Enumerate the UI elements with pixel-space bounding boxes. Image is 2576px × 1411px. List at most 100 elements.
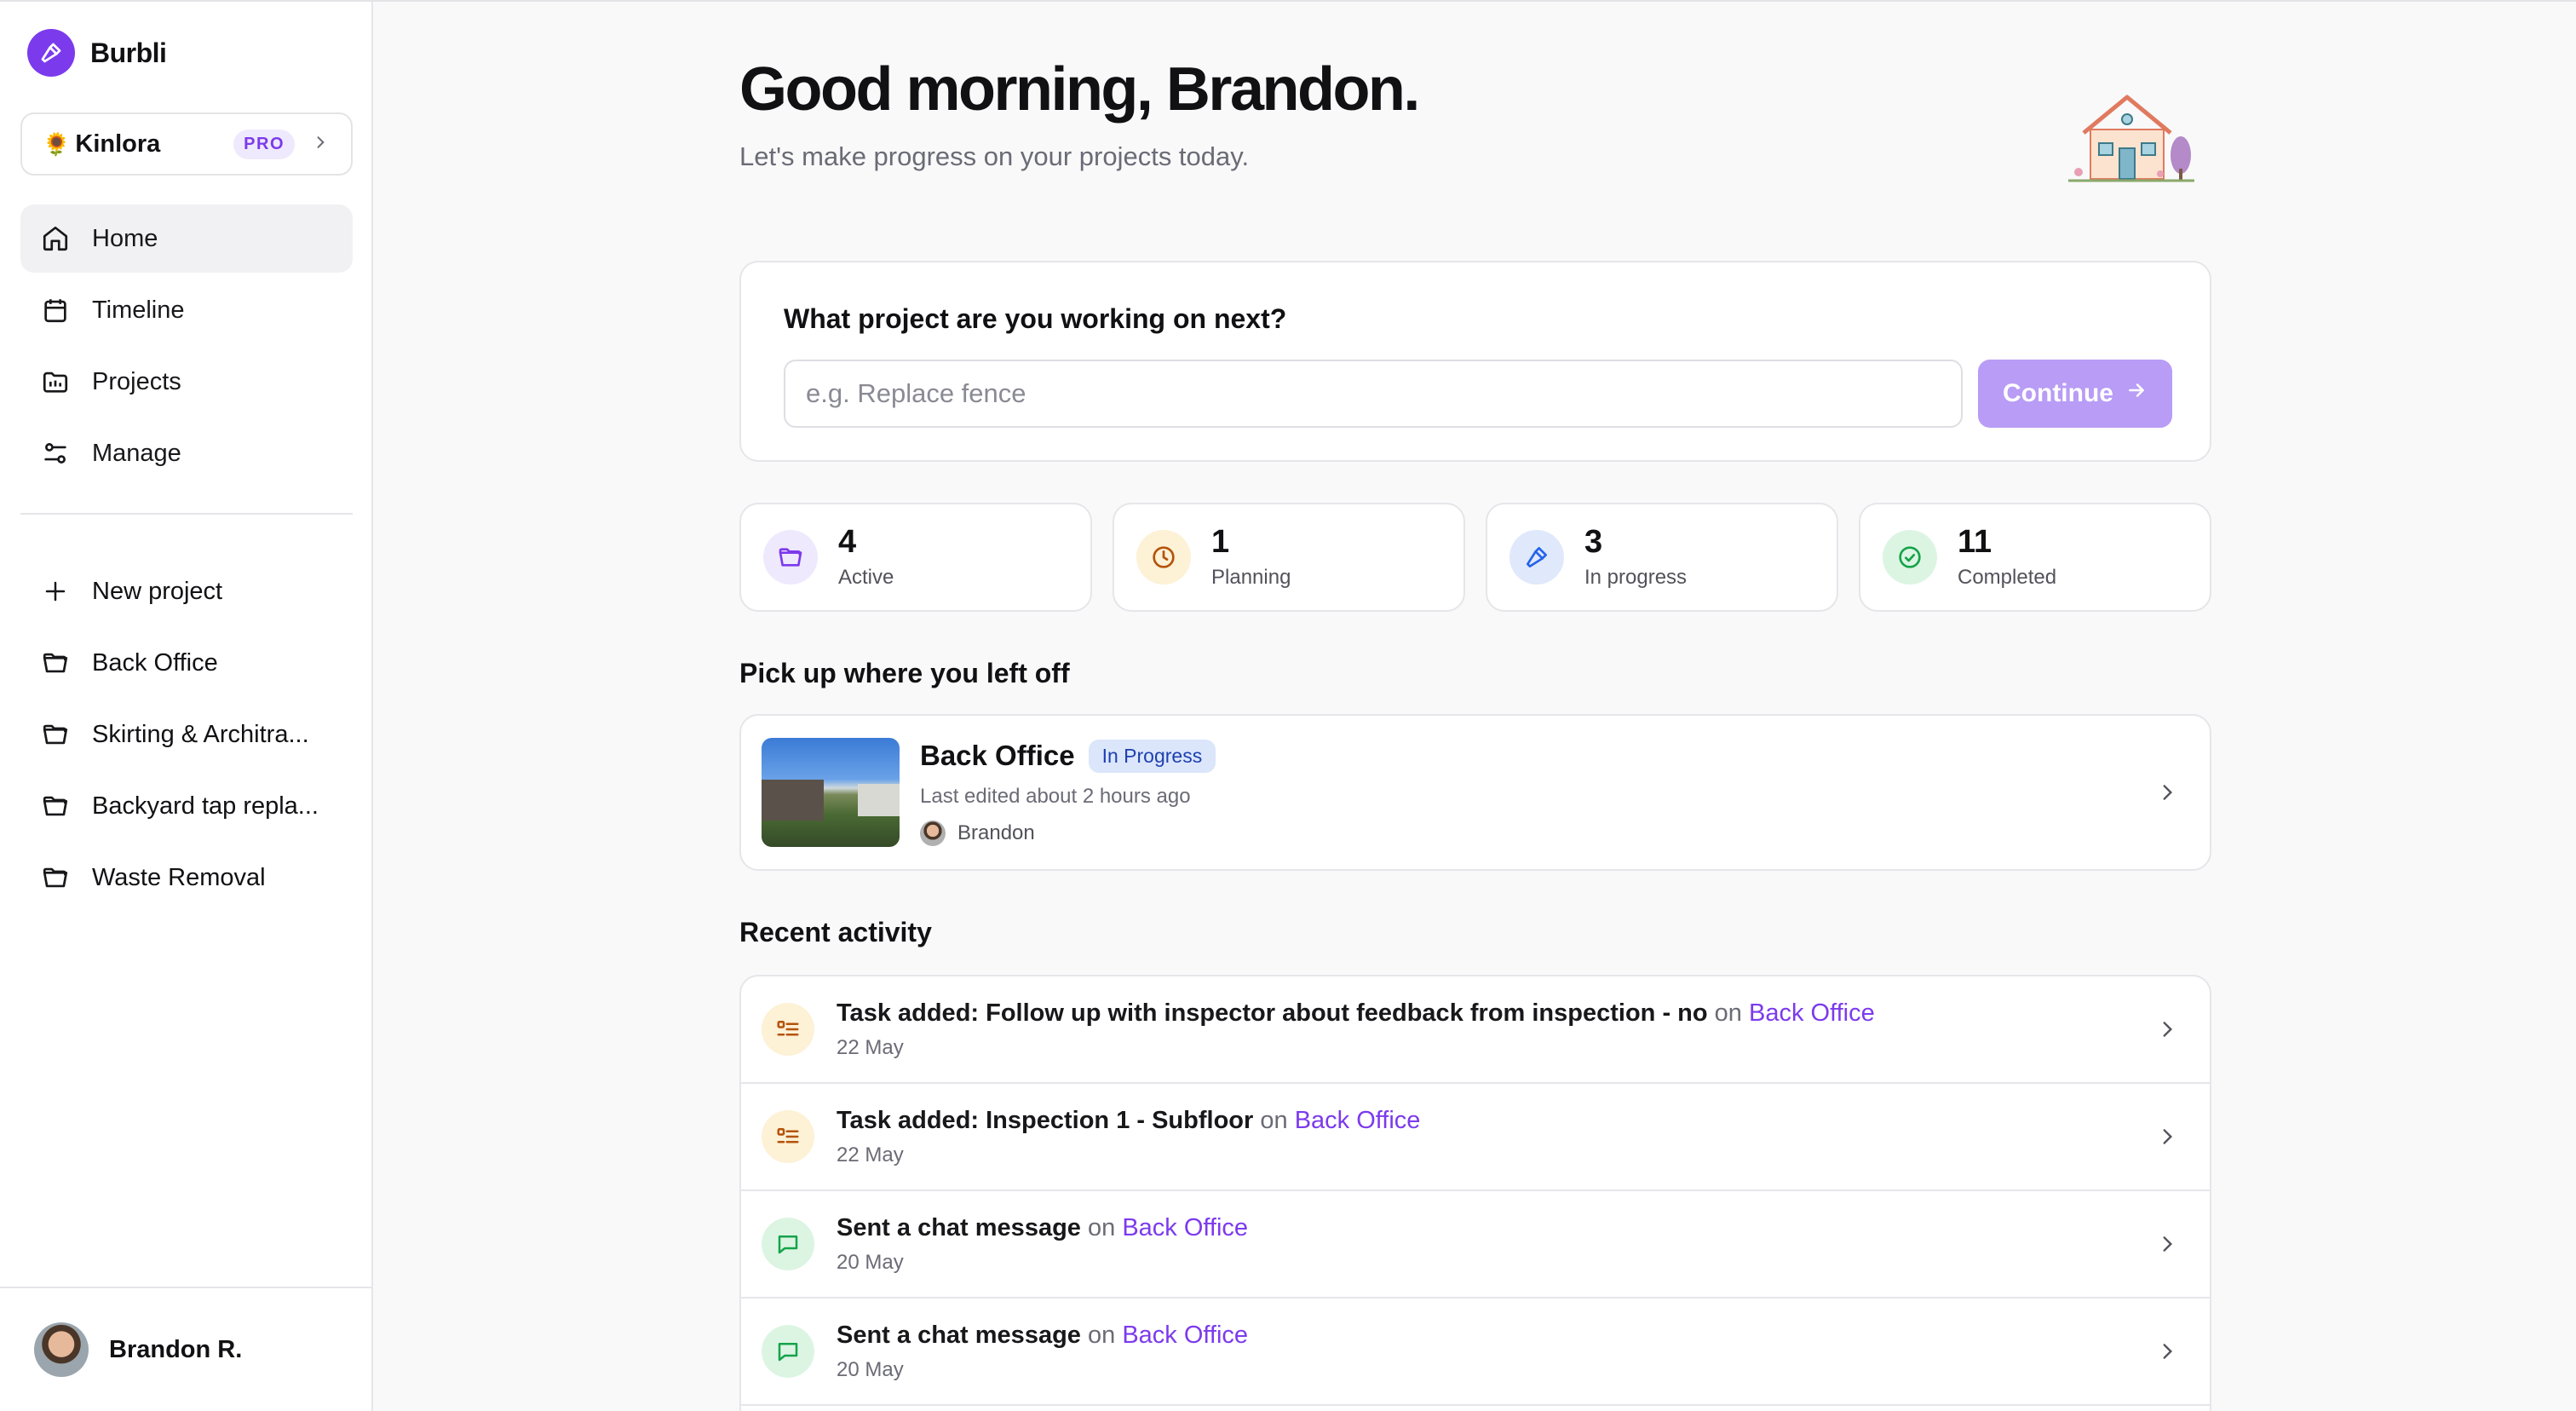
activity-list: Task added: Follow up with inspector abo… <box>739 975 2211 1411</box>
activity-on: on <box>1087 1213 1116 1241</box>
activity-item[interactable]: Task added: Follow up with inspector abo… <box>741 976 2210 1084</box>
stat-value: 1 <box>1211 524 1230 561</box>
stat-value: 11 <box>1958 524 1992 561</box>
sidebar: Burbli 🌻 Kinlora PRO Home Timeline Proje… <box>0 2 373 1411</box>
project-name-input[interactable] <box>784 360 1963 428</box>
workspace-name: Kinlora <box>75 130 161 158</box>
clock-icon <box>1136 530 1191 585</box>
new-project-card: What project are you working on next? Co… <box>739 261 2211 462</box>
stat-card-completed[interactable]: 11 Completed <box>1859 503 2211 612</box>
chat-icon <box>762 1325 814 1378</box>
stat-label: Planning <box>1211 565 1291 589</box>
project-thumbnail <box>762 738 900 847</box>
arrow-right-icon <box>2125 379 2148 408</box>
activity-section-title: Recent activity <box>739 917 932 947</box>
folder-open-icon <box>39 647 72 679</box>
activity-project-link[interactable]: Back Office <box>1122 1214 1248 1241</box>
brand-logo-icon <box>27 29 75 77</box>
sidebar-project-label: Waste Removal <box>92 863 266 891</box>
stat-label: Completed <box>1958 565 2057 589</box>
nav-label: Home <box>92 224 158 252</box>
activity-project-link[interactable]: Back Office <box>1295 1107 1421 1134</box>
nav-label: Timeline <box>92 296 185 324</box>
activity-project-link[interactable]: Back Office <box>1122 1322 1248 1349</box>
stat-card-in-progress[interactable]: 3 In progress <box>1486 503 1838 612</box>
task-list-icon <box>762 1110 814 1163</box>
chevron-right-icon <box>2150 775 2184 809</box>
workspace-switcher[interactable]: 🌻 Kinlora PRO <box>20 112 353 176</box>
chat-icon <box>762 1218 814 1270</box>
page-title: Good morning, Brandon. <box>739 55 1420 124</box>
resume-project-title: Back Office <box>920 740 1075 771</box>
avatar <box>34 1322 89 1377</box>
chevron-right-icon <box>2150 1120 2184 1154</box>
folder-icon <box>763 530 818 585</box>
activity-item[interactable]: Sent a chat message on Back Office 20 Ma… <box>741 1299 2210 1406</box>
brand[interactable]: Burbli <box>27 29 167 77</box>
chevron-right-icon <box>2150 1012 2184 1046</box>
nav-label: Projects <box>92 367 181 395</box>
sidebar-project-item[interactable]: Backyard tap repla... <box>20 772 353 840</box>
thumbnail-fence <box>762 779 824 821</box>
sidebar-project-item[interactable]: Back Office <box>20 629 353 697</box>
activity-item[interactable]: Task added: Inspection 1 - Subfloor on B… <box>741 1084 2210 1191</box>
sidebar-project-label: Backyard tap repla... <box>92 792 319 820</box>
sunflower-icon: 🌻 <box>43 131 71 157</box>
status-badge: In Progress <box>1088 739 1216 773</box>
resume-user-name: Brandon <box>957 821 1035 844</box>
sidebar-projects: New project Back Office Skirting & Archi… <box>20 557 353 915</box>
resume-project-card[interactable]: Back Office In Progress Last edited abou… <box>739 714 2211 871</box>
stat-label: Active <box>838 565 894 589</box>
continue-label: Continue <box>2003 379 2113 407</box>
user-name: Brandon R. <box>109 1335 243 1363</box>
activity-project-link[interactable]: Back Office <box>1749 999 1875 1027</box>
stat-label: In progress <box>1584 565 1688 589</box>
activity-date: 22 May <box>837 1035 904 1059</box>
sidebar-project-label: Skirting & Architra... <box>92 720 309 748</box>
activity-text: Task added: Follow up with inspector abo… <box>837 999 1708 1027</box>
check-circle-icon <box>1883 530 1937 585</box>
folder-open-icon <box>39 718 72 751</box>
nav-item-home[interactable]: Home <box>20 204 353 273</box>
nav-item-timeline[interactable]: Timeline <box>20 276 353 344</box>
nav-item-projects[interactable]: Projects <box>20 348 353 416</box>
stat-card-planning[interactable]: 1 Planning <box>1113 503 1465 612</box>
activity-on: on <box>1714 999 1742 1027</box>
new-project-button[interactable]: New project <box>20 557 353 625</box>
stat-value: 3 <box>1584 524 1603 561</box>
activity-text: Sent a chat message <box>837 1321 1081 1349</box>
home-icon <box>39 222 72 255</box>
main-nav: Home Timeline Projects Manage <box>20 204 353 491</box>
nav-label: Manage <box>92 439 181 467</box>
stat-card-active[interactable]: 4 Active <box>739 503 1092 612</box>
calendar-icon <box>39 294 72 326</box>
activity-on: on <box>1087 1321 1116 1349</box>
thumbnail-wall <box>858 783 900 817</box>
brand-name: Burbli <box>90 37 167 68</box>
activity-text: Task added: Inspection 1 - Subfloor <box>837 1106 1254 1134</box>
projects-icon <box>39 366 72 398</box>
plus-icon <box>39 575 72 608</box>
folder-open-icon <box>39 861 72 894</box>
last-edited: Last edited about 2 hours ago <box>920 784 1191 808</box>
task-list-icon <box>762 1003 814 1056</box>
avatar <box>920 820 946 846</box>
continue-button[interactable]: Continue <box>1978 360 2172 428</box>
top-border <box>0 0 2576 2</box>
resume-section-title: Pick up where you left off <box>739 658 1070 688</box>
hammer-icon <box>1509 530 1564 585</box>
chevron-right-icon <box>2150 1334 2184 1368</box>
stat-value: 4 <box>838 524 857 561</box>
sidebar-divider <box>20 513 353 515</box>
nav-item-manage[interactable]: Manage <box>20 419 353 487</box>
user-menu[interactable]: Brandon R. <box>0 1287 371 1411</box>
house-illustration-icon <box>2068 95 2194 182</box>
chevron-right-icon <box>2150 1227 2184 1261</box>
chevron-right-icon <box>312 134 329 155</box>
pro-badge: PRO <box>233 129 295 159</box>
activity-item[interactable]: Sent a chat message on Back Office 20 Ma… <box>741 1191 2210 1299</box>
sidebar-project-item[interactable]: Waste Removal <box>20 844 353 912</box>
sliders-icon <box>39 437 72 469</box>
sidebar-project-label: Back Office <box>92 648 218 677</box>
sidebar-project-item[interactable]: Skirting & Architra... <box>20 700 353 769</box>
